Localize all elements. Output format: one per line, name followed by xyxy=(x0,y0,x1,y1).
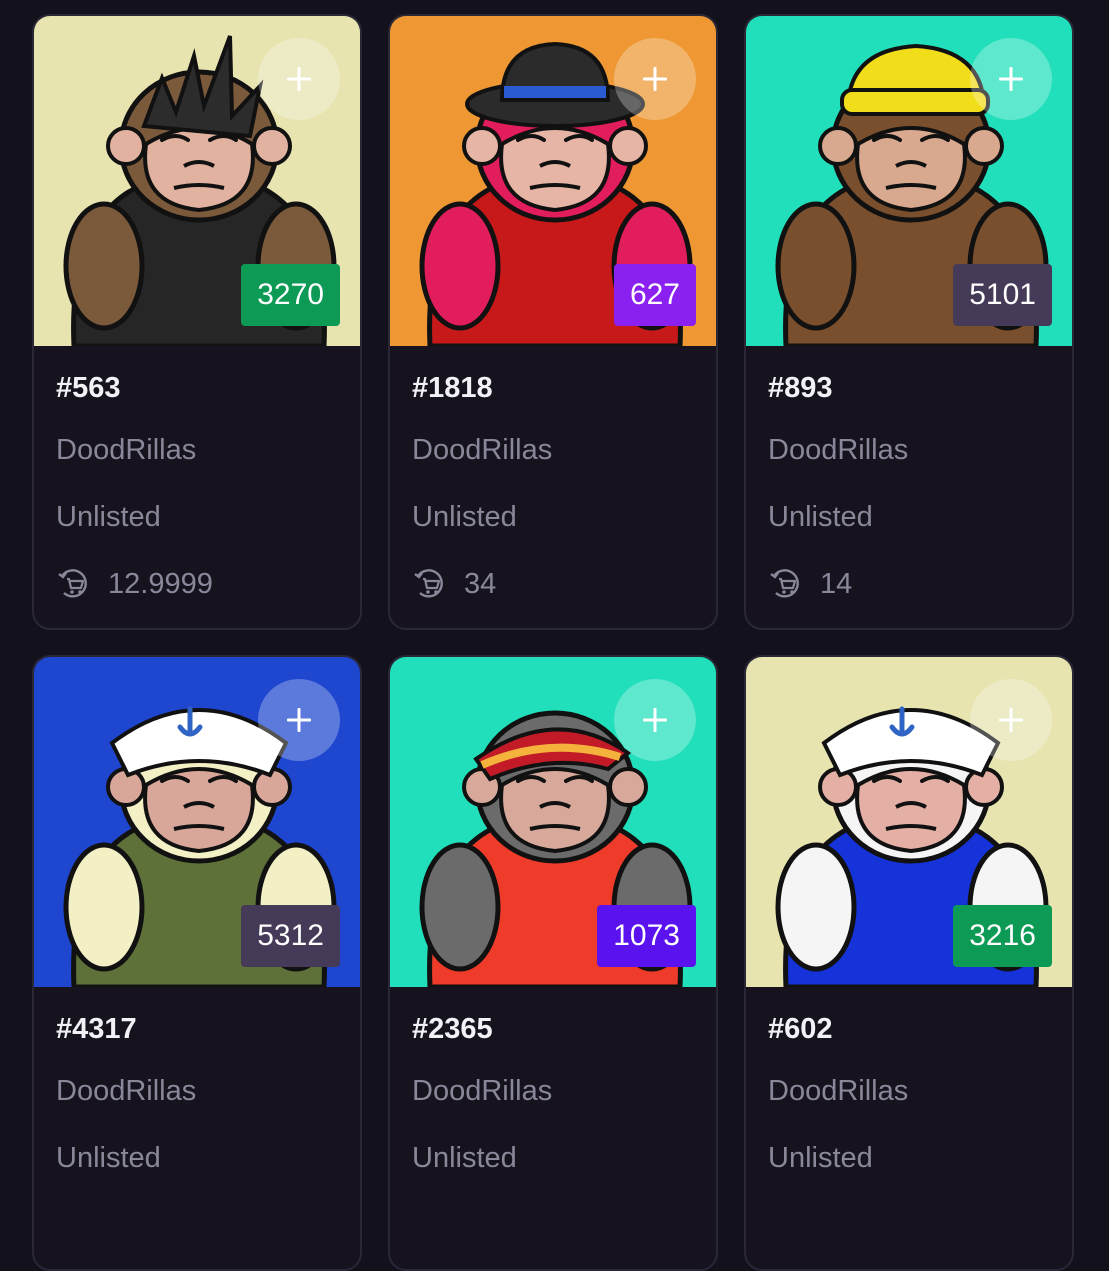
rarity-rank-badge: 3216 xyxy=(953,905,1052,967)
last-sale: 34 xyxy=(412,564,698,604)
nft-card[interactable]: 5101 #893 DoodRillas Unlisted 14 xyxy=(744,14,1074,630)
nft-card[interactable]: 627 #1818 DoodRillas Unlisted 34 xyxy=(388,14,718,630)
add-to-cart-button[interactable] xyxy=(614,38,696,120)
add-to-cart-button[interactable] xyxy=(970,38,1052,120)
listing-status: Unlisted xyxy=(412,1142,517,1174)
add-to-cart-button[interactable] xyxy=(614,679,696,761)
rarity-rank-badge: 5101 xyxy=(953,264,1052,326)
token-id: #563 xyxy=(56,372,121,404)
listing-status: Unlisted xyxy=(768,1142,873,1174)
token-id: #1818 xyxy=(412,372,493,404)
rarity-rank-badge: 1073 xyxy=(597,905,696,967)
rarity-rank-badge: 627 xyxy=(613,264,696,326)
token-id: #602 xyxy=(768,1013,833,1045)
add-to-cart-button[interactable] xyxy=(258,38,340,120)
collection-name: DoodRillas xyxy=(412,1075,553,1107)
add-to-cart-button[interactable] xyxy=(258,679,340,761)
last-sale-cart-icon xyxy=(768,566,804,602)
nft-card[interactable]: 5312 #4317 DoodRillas Unlisted xyxy=(32,655,362,1271)
last-sale: 12.9999 xyxy=(56,564,342,604)
listing-status: Unlisted xyxy=(768,501,873,533)
token-id: #4317 xyxy=(56,1013,137,1045)
last-sale-price: 14 xyxy=(820,567,853,600)
add-to-cart-button[interactable] xyxy=(970,679,1052,761)
collection-name: DoodRillas xyxy=(56,1075,197,1107)
collection-name: DoodRillas xyxy=(412,434,553,466)
last-sale-price: 12.9999 xyxy=(108,567,213,600)
rarity-rank-badge: 5312 xyxy=(241,905,340,967)
last-sale-cart-icon xyxy=(412,566,448,602)
listing-status: Unlisted xyxy=(412,501,517,533)
rarity-rank-badge: 3270 xyxy=(241,264,340,326)
collection-name: DoodRillas xyxy=(56,434,197,466)
nft-card[interactable]: 3216 #602 DoodRillas Unlisted xyxy=(744,655,1074,1271)
token-id: #2365 xyxy=(412,1013,493,1045)
nft-card[interactable]: 1073 #2365 DoodRillas Unlisted xyxy=(388,655,718,1271)
last-sale-price: 34 xyxy=(464,567,497,600)
nft-card[interactable]: 3270 #563 DoodRillas Unlisted 12.9999 xyxy=(32,14,362,630)
token-id: #893 xyxy=(768,372,833,404)
last-sale: 14 xyxy=(768,564,1054,604)
collection-name: DoodRillas xyxy=(768,434,909,466)
listing-status: Unlisted xyxy=(56,501,161,533)
collection-name: DoodRillas xyxy=(768,1075,909,1107)
last-sale-cart-icon xyxy=(56,566,92,602)
listing-status: Unlisted xyxy=(56,1142,161,1174)
